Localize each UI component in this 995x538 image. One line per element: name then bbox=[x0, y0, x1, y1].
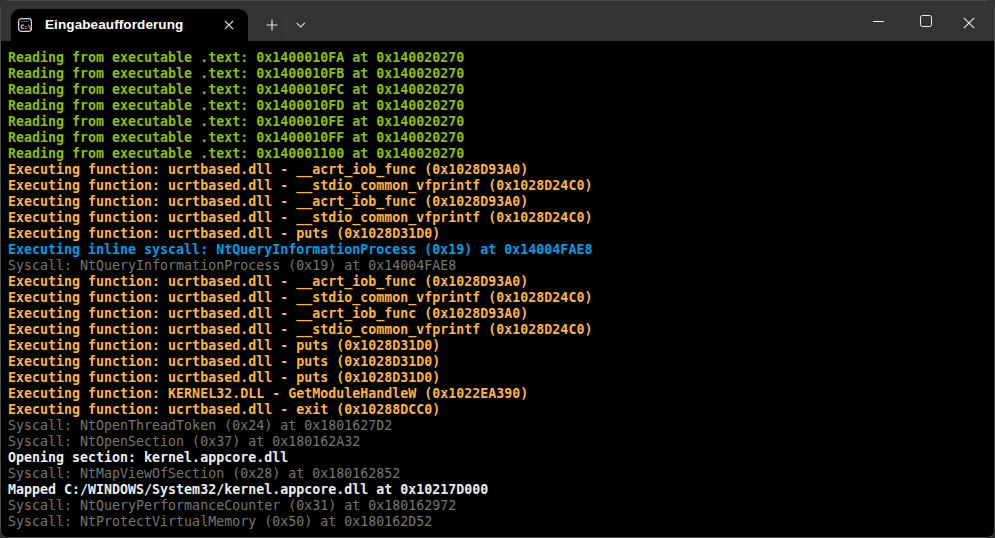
close-icon bbox=[963, 17, 975, 29]
terminal-line: Reading from executable .text: 0x1400010… bbox=[8, 66, 994, 82]
tab-dropdown-button[interactable] bbox=[288, 11, 314, 39]
terminal-line: Reading from executable .text: 0x1400010… bbox=[8, 82, 994, 98]
terminal-line: Executing function: ucrtbased.dll - __st… bbox=[8, 322, 994, 338]
terminal-line: Syscall: NtQueryPerformanceCounter (0x31… bbox=[8, 498, 994, 514]
terminal-line: Executing function: ucrtbased.dll - puts… bbox=[8, 338, 994, 354]
terminal-line: Mapped C:/WINDOWS/System32/kernel.appcor… bbox=[8, 482, 994, 498]
terminal-line: Executing function: KERNEL32.DLL - GetMo… bbox=[8, 386, 994, 402]
terminal-window: C:\ Eingabeaufforderung bbox=[0, 0, 995, 538]
close-button[interactable] bbox=[945, 1, 992, 41]
chevron-down-icon bbox=[296, 22, 306, 29]
terminal-line: Executing function: ucrtbased.dll - puts… bbox=[8, 226, 994, 242]
minimize-icon bbox=[873, 21, 884, 22]
cmd-icon: C:\ bbox=[18, 18, 32, 32]
terminal-line: Executing function: ucrtbased.dll - __st… bbox=[8, 290, 994, 306]
terminal-line: Reading from executable .text: 0x1400010… bbox=[8, 114, 994, 130]
title-bar: C:\ Eingabeaufforderung bbox=[1, 1, 994, 41]
terminal-line: Executing function: ucrtbased.dll - __st… bbox=[8, 210, 994, 226]
terminal-line: Reading from executable .text: 0x1400010… bbox=[8, 98, 994, 114]
tab-eingabeaufforderung[interactable]: C:\ Eingabeaufforderung bbox=[11, 9, 248, 41]
terminal-line: Executing function: ucrtbased.dll - __ac… bbox=[8, 306, 994, 322]
terminal-line: Executing function: ucrtbased.dll - __ac… bbox=[8, 274, 994, 290]
tab-title: Eingabeaufforderung bbox=[45, 9, 183, 41]
svg-text:C:\: C:\ bbox=[21, 23, 32, 30]
terminal-line: Executing function: ucrtbased.dll - puts… bbox=[8, 370, 994, 386]
maximize-button[interactable] bbox=[903, 1, 949, 41]
terminal-line: Syscall: NtOpenSection (0x37) at 0x18016… bbox=[8, 434, 994, 450]
terminal-line: Syscall: NtProtectVirtualMemory (0x50) a… bbox=[8, 514, 994, 530]
maximize-icon bbox=[920, 15, 932, 27]
terminal-output[interactable]: Reading from executable .text: 0x1400010… bbox=[1, 41, 994, 537]
terminal-line: Executing function: ucrtbased.dll - __ac… bbox=[8, 162, 994, 178]
terminal-line: Executing function: ucrtbased.dll - puts… bbox=[8, 354, 994, 370]
terminal-line: Reading from executable .text: 0x1400011… bbox=[8, 146, 994, 162]
close-tab-icon bbox=[224, 20, 234, 30]
terminal-line: Executing inline syscall: NtQueryInforma… bbox=[8, 242, 994, 258]
plus-icon bbox=[266, 19, 278, 31]
terminal-line: Syscall: NtOpenThreadToken (0x24) at 0x1… bbox=[8, 418, 994, 434]
tab-close-button[interactable] bbox=[220, 16, 238, 34]
new-tab-button[interactable] bbox=[258, 11, 286, 39]
minimize-button[interactable] bbox=[855, 1, 901, 41]
terminal-line: Executing function: ucrtbased.dll - __ac… bbox=[8, 194, 994, 210]
terminal-line: Syscall: NtQueryInformationProcess (0x19… bbox=[8, 258, 994, 274]
terminal-line: Executing function: ucrtbased.dll - __st… bbox=[8, 178, 994, 194]
terminal-line: Reading from executable .text: 0x1400010… bbox=[8, 130, 994, 146]
terminal-line: Executing function: ucrtbased.dll - exit… bbox=[8, 402, 994, 418]
terminal-line: Reading from executable .text: 0x1400010… bbox=[8, 50, 994, 66]
terminal-line: Opening section: kernel.appcore.dll bbox=[8, 450, 994, 466]
terminal-line: Syscall: NtMapViewOfSection (0x28) at 0x… bbox=[8, 466, 994, 482]
tab-bar-separator bbox=[286, 15, 287, 37]
